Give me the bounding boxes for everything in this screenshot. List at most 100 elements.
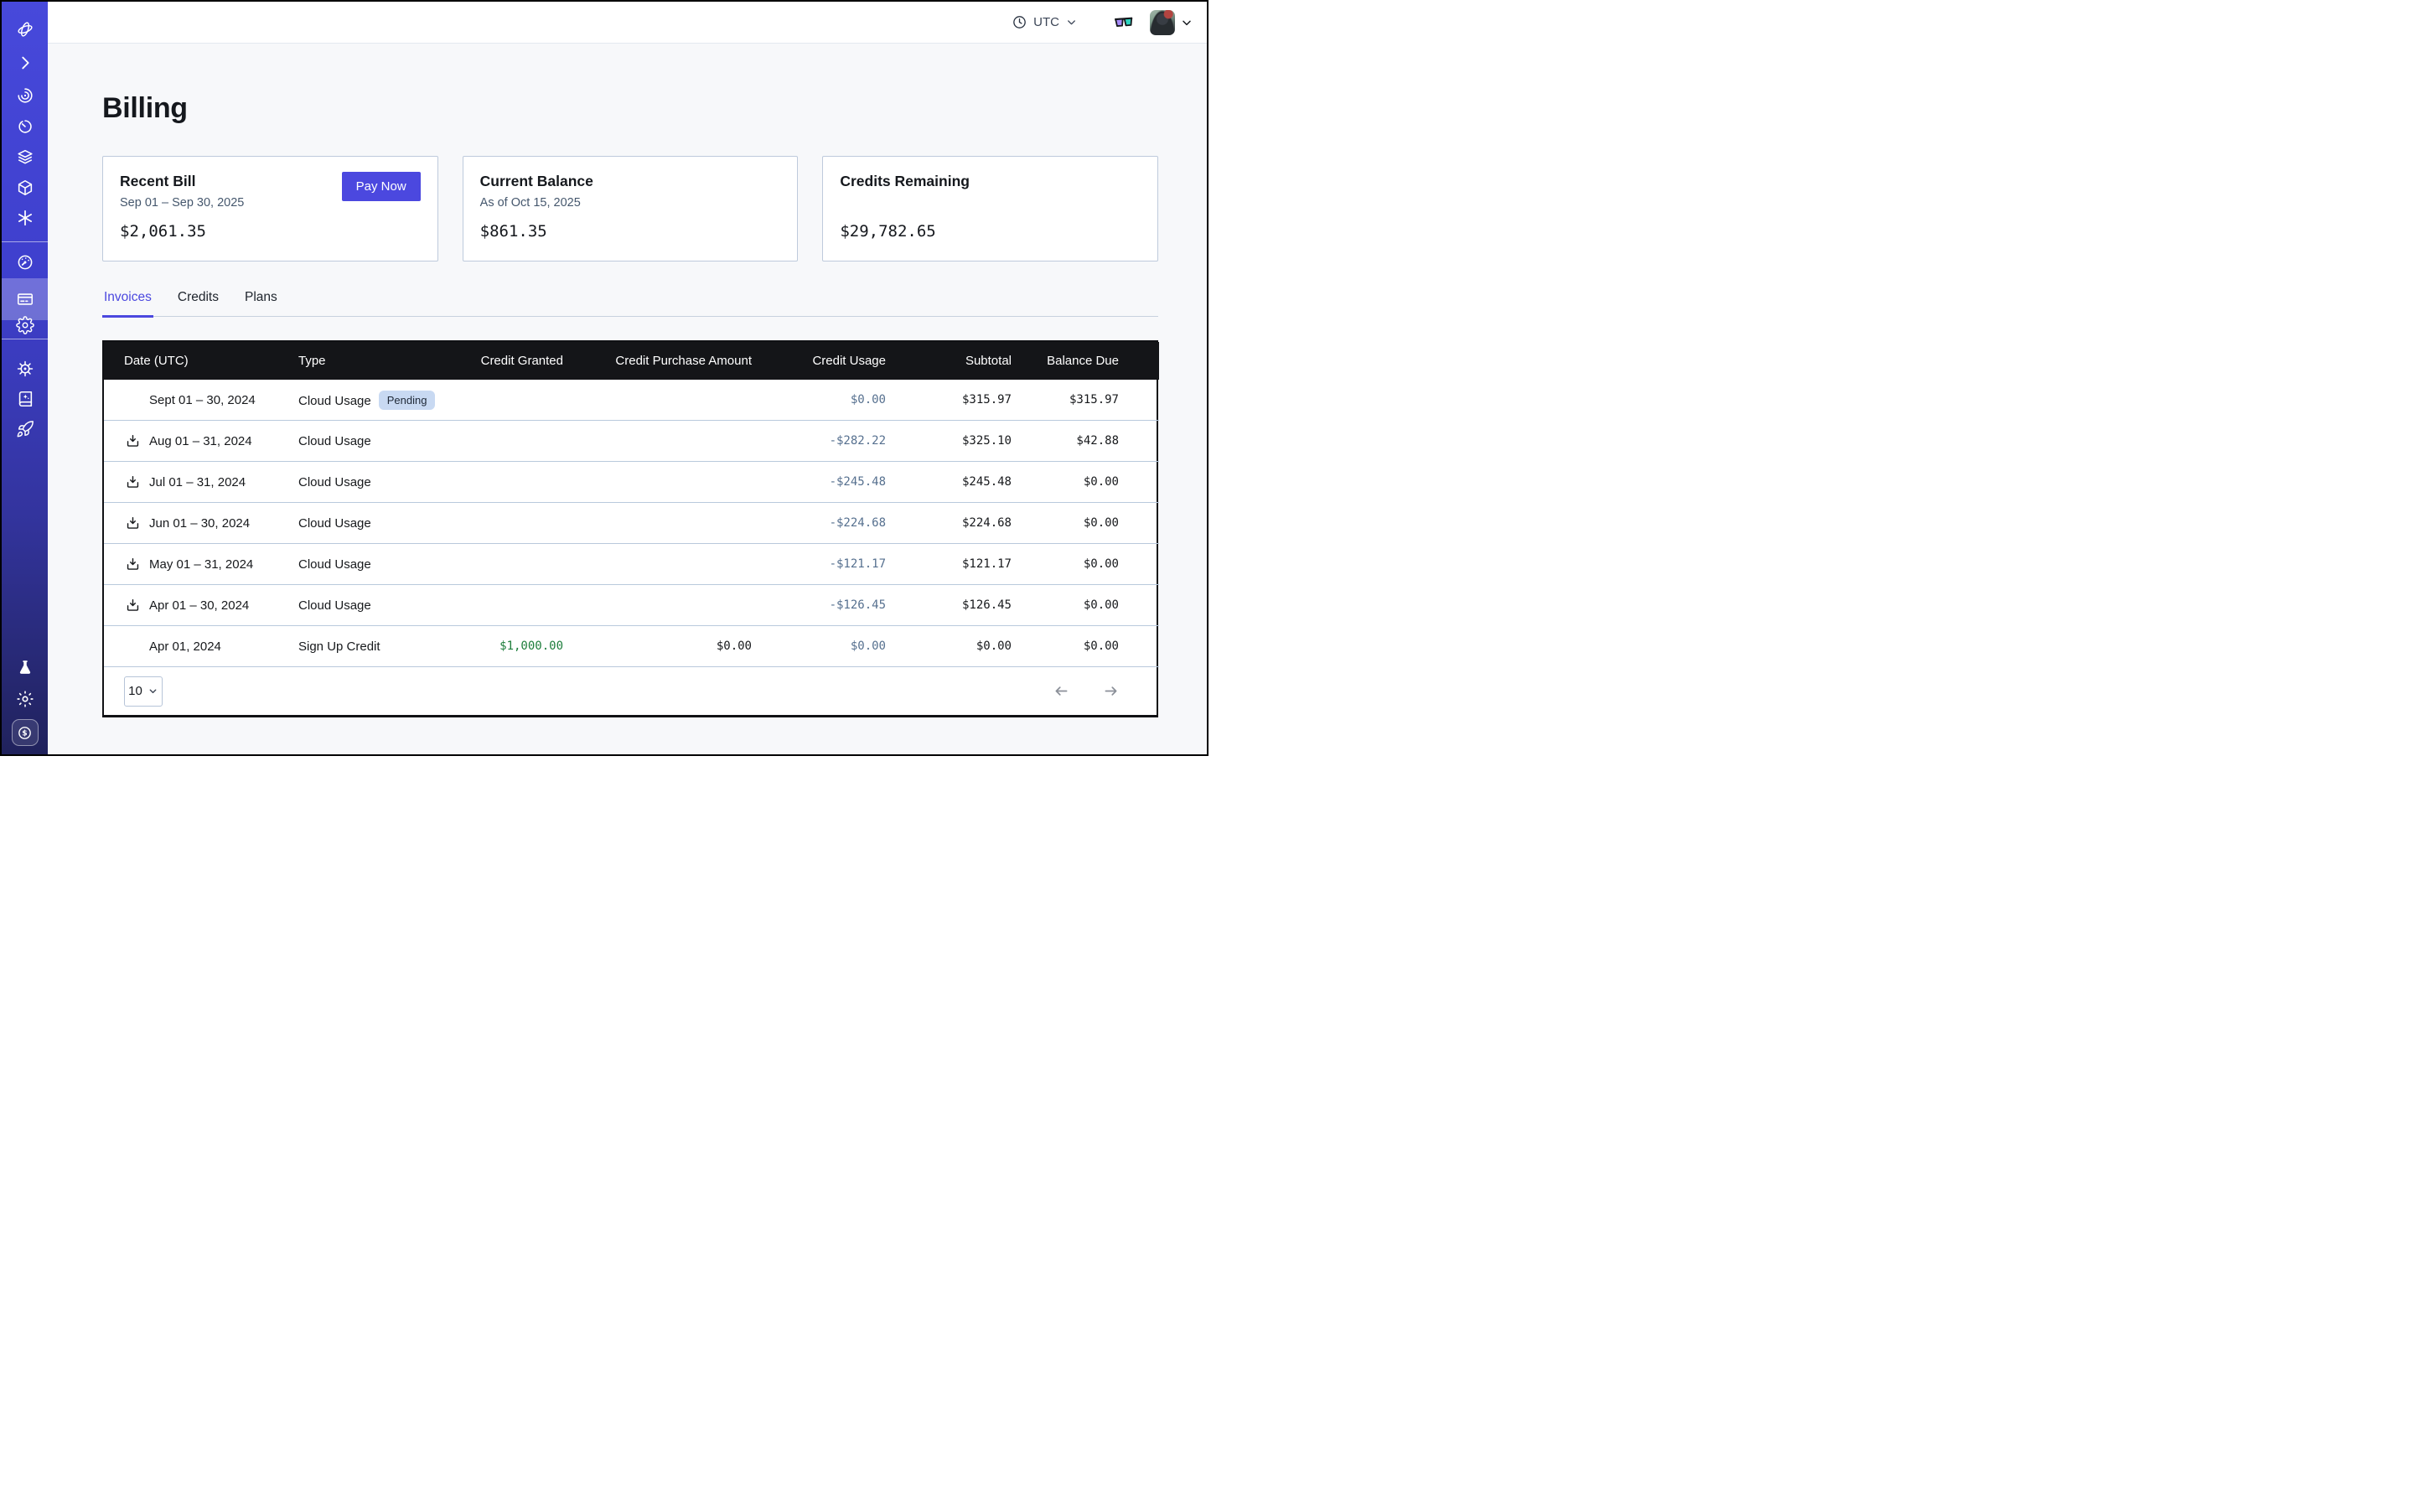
prev-page-button[interactable] [1053,682,1070,700]
download-icon[interactable] [124,597,141,614]
orbit-logo-icon[interactable] [16,20,34,39]
credit-purchase-cell [573,503,762,544]
credit-purchase-cell [573,380,762,421]
page-size-select[interactable]: 10 [124,676,163,707]
settings-gear-icon[interactable] [16,316,34,334]
column-header: Balance Due [1022,342,1159,380]
asterisk-icon[interactable] [16,209,34,227]
spiral-eye-icon[interactable] [16,86,34,105]
date-cell: Apr 01, 2024 [104,626,288,667]
stereo-glasses-icon[interactable] [1113,14,1135,31]
page-size-value: 10 [128,684,142,698]
cube-icon[interactable] [16,179,34,197]
layers-icon[interactable] [16,148,34,166]
date-cell: Jul 01 – 31, 2024 [104,462,288,503]
download-icon[interactable] [124,556,141,572]
balance-due-cell: $315.97 [1022,380,1159,421]
invoice-date: Jun 01 – 30, 2024 [149,516,250,531]
gauge-icon[interactable] [16,253,34,272]
next-page-button[interactable] [1102,682,1120,700]
card-subtitle [840,196,1141,211]
flask-icon[interactable] [16,659,34,677]
summary-cards: Recent Bill Sep 01 – Sep 30, 2025 $2,061… [102,156,1158,261]
subtotal-cell: $0.00 [896,626,1022,667]
invoice-type: Sign Up Credit [298,639,380,654]
invoice-table-body: Sept 01 – 30, 2024Cloud UsagePending$0.0… [104,380,1159,667]
svg-text:$: $ [22,728,27,738]
subtotal-cell: $224.68 [896,503,1022,544]
billing-card-icon[interactable] [16,290,34,308]
current-balance-card: Current Balance As of Oct 15, 2025 $861.… [463,156,799,261]
rocket-icon[interactable] [16,420,34,438]
invoice-date: Aug 01 – 31, 2024 [149,434,252,448]
card-amount: $29,782.65 [840,222,1141,241]
table-row: Jul 01 – 31, 2024Cloud Usage-$245.48$245… [104,462,1159,503]
pagination-controls [1053,682,1120,700]
clock-icon [1012,14,1027,30]
card-amount: $861.35 [480,222,781,241]
balance-due-cell: $0.00 [1022,544,1159,585]
billing-tabs: Invoices Credits Plans [102,290,1158,317]
timezone-selector[interactable]: UTC [1012,14,1078,30]
docs-book-icon[interactable] [16,390,34,408]
type-cell: Cloud Usage [288,462,456,503]
type-cell: Cloud Usage [288,585,456,626]
invoice-type: Cloud Usage [298,516,371,531]
chevron-down-icon [1065,16,1078,28]
type-cell: Cloud Usage [288,503,456,544]
table-row: Sept 01 – 30, 2024Cloud UsagePending$0.0… [104,380,1159,421]
dollar-badge-icon: $ [16,724,34,742]
content: Billing Recent Bill Sep 01 – Sep 30, 202… [48,92,1207,717]
table-row: May 01 – 31, 2024Cloud Usage-$121.17$121… [104,544,1159,585]
subtotal-cell: $325.10 [896,421,1022,462]
credit-purchase-cell [573,421,762,462]
credit-granted-cell [456,503,573,544]
chevron-right-icon[interactable] [16,54,34,72]
credit-granted-cell [456,421,573,462]
column-header: Type [288,342,456,380]
invoice-date: Apr 01 – 30, 2024 [149,598,249,613]
date-cell: Sept 01 – 30, 2024 [104,380,288,421]
avatar[interactable] [1150,10,1175,35]
brightness-icon[interactable] [16,690,34,708]
status-badge: Pending [379,391,436,410]
sidebar-divider [2,241,48,242]
balance-due-cell: $0.00 [1022,503,1159,544]
dollar-badge-button[interactable]: $ [12,719,39,746]
credit-granted-cell [456,462,573,503]
subtotal-cell: $245.48 [896,462,1022,503]
ship-wheel-icon[interactable] [16,360,34,378]
credit-purchase-cell [573,544,762,585]
tab-credits[interactable]: Credits [176,290,220,316]
type-cell: Cloud Usage [288,421,456,462]
type-cell: Cloud Usage Pending [288,380,456,421]
download-icon[interactable] [124,515,141,531]
download-icon[interactable] [124,432,141,449]
download-icon[interactable] [124,474,141,490]
type-cell: Sign Up Credit [288,626,456,667]
credit-usage-cell: -$121.17 [762,544,896,585]
credit-usage-cell: -$126.45 [762,585,896,626]
tab-invoices[interactable]: Invoices [102,290,153,316]
card-subtitle: As of Oct 15, 2025 [480,196,781,211]
card-title: Credits Remaining [840,173,1141,190]
subtotal-cell: $315.97 [896,380,1022,421]
history-timer-icon[interactable] [16,117,34,136]
timezone-label: UTC [1033,15,1059,29]
balance-due-cell: $0.00 [1022,626,1159,667]
table-row: Aug 01 – 31, 2024Cloud Usage-$282.22$325… [104,421,1159,462]
invoices-table-card: Date (UTC)TypeCredit GrantedCredit Purch… [102,340,1158,717]
credit-purchase-cell [573,585,762,626]
date-cell: May 01 – 31, 2024 [104,544,288,585]
credit-purchase-cell: $0.00 [573,626,762,667]
invoice-type: Cloud Usage [298,557,371,572]
page-title: Billing [102,92,1158,125]
chevron-down-icon[interactable] [1180,16,1193,29]
table-row: Apr 01, 2024Sign Up Credit$1,000.00$0.00… [104,626,1159,667]
topbar: UTC [48,2,1207,44]
invoice-type: Cloud Usage [298,394,371,408]
column-header: Credit Purchase Amount [573,342,762,380]
column-header: Credit Granted [456,342,573,380]
pay-now-button[interactable]: Pay Now [342,172,421,201]
tab-plans[interactable]: Plans [243,290,279,316]
